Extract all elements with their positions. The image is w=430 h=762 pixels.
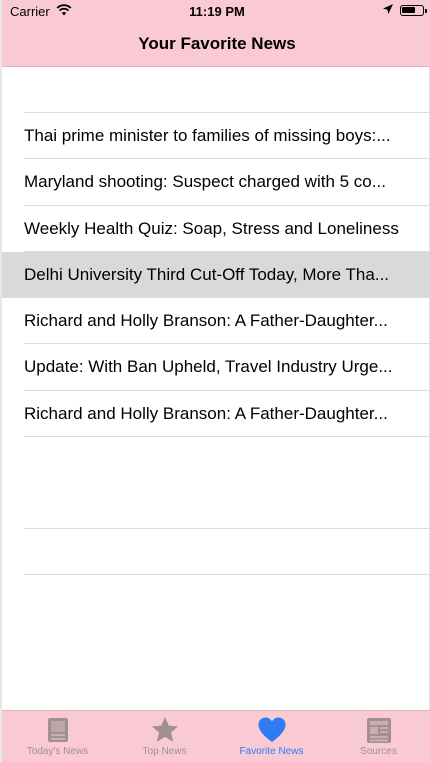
newspaper-icon bbox=[43, 715, 73, 745]
news-list[interactable]: Thai prime minister to families of missi… bbox=[2, 67, 430, 576]
tab-label: Sources bbox=[360, 746, 397, 757]
top-bar: Carrier 11:19 PM Your Favorite News bbox=[2, 0, 430, 67]
news-row[interactable]: Maryland shooting: Suspect charged with … bbox=[2, 159, 430, 206]
app-frame: Carrier 11:19 PM Your Favorite News Thai… bbox=[0, 0, 430, 762]
news-row[interactable]: Richard and Holly Branson: A Father-Daug… bbox=[2, 298, 430, 345]
sources-icon bbox=[364, 715, 394, 745]
tab-todays-news[interactable]: Today's News bbox=[4, 711, 111, 762]
status-time: 11:19 PM bbox=[189, 4, 245, 19]
star-icon bbox=[150, 715, 180, 745]
empty-row bbox=[2, 67, 430, 113]
empty-row bbox=[2, 529, 430, 576]
tab-top-news[interactable]: Top News bbox=[111, 711, 218, 762]
tab-sources[interactable]: Sources bbox=[325, 711, 430, 762]
battery-icon bbox=[400, 5, 427, 16]
tab-label: Today's News bbox=[26, 746, 89, 757]
tab-bar: Today's News Top News Favorite News Sour… bbox=[2, 710, 430, 762]
empty-row bbox=[2, 437, 430, 530]
news-row[interactable]: Thai prime minister to families of missi… bbox=[2, 113, 430, 160]
news-row[interactable]: Weekly Health Quiz: Soap, Stress and Lon… bbox=[2, 206, 430, 252]
tab-label: Favorite News bbox=[239, 746, 304, 757]
location-arrow-icon bbox=[382, 3, 394, 19]
status-bar: Carrier 11:19 PM bbox=[2, 0, 430, 22]
tab-label: Top News bbox=[142, 746, 187, 757]
news-row[interactable]: Richard and Holly Branson: A Father-Daug… bbox=[2, 391, 430, 438]
news-row[interactable]: Delhi University Third Cut-Off Today, Mo… bbox=[2, 251, 430, 299]
page-title: Your Favorite News bbox=[138, 34, 296, 53]
tab-favorite-news[interactable]: Favorite News bbox=[218, 711, 325, 762]
heart-icon bbox=[257, 715, 287, 745]
news-row[interactable]: Update: With Ban Upheld, Travel Industry… bbox=[2, 344, 430, 391]
battery-fill bbox=[402, 7, 416, 13]
